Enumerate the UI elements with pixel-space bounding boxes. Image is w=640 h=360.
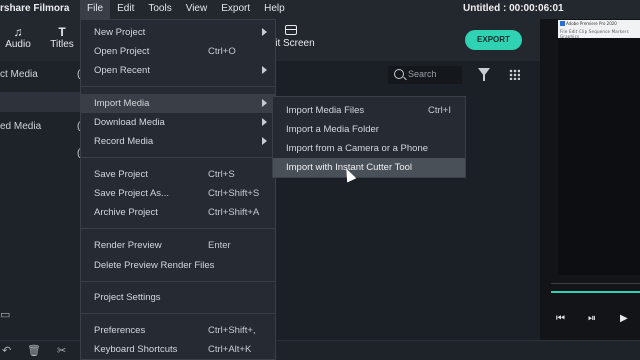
menu-item-label: Import Media <box>94 98 150 109</box>
menu-item-label: Import a Media Folder <box>286 124 379 135</box>
split-screen-icon <box>285 25 297 35</box>
preview-frame: Adobe Premiere Pro 2020 File Edit Clip S… <box>558 20 640 39</box>
submenu-arrow-icon <box>262 66 267 74</box>
text-t-icon: T <box>58 25 66 39</box>
preview-scrub-track[interactable] <box>551 283 640 284</box>
menu-item-open-project[interactable]: Open Project Ctrl+O <box>81 42 275 61</box>
split-screen-label: lit Screen <box>273 38 315 49</box>
project-title: Untitled : 00:00:06:01 <box>463 3 564 14</box>
audio-tab[interactable]: ♫ Audio <box>2 25 34 50</box>
delete-icon[interactable]: 🗑 <box>27 344 41 357</box>
menu-help[interactable]: Help <box>257 0 292 19</box>
menu-item-shortcut: Ctrl+Shift+S <box>208 188 260 199</box>
menu-item-new-project[interactable]: New Project <box>81 23 275 42</box>
preview-frame-title: Adobe Premiere Pro 2020 <box>566 21 617 26</box>
menu-item-shortcut: Ctrl+Shift+, <box>208 325 256 336</box>
shared-media-item[interactable]: ed Media <box>0 121 41 132</box>
folder-icon[interactable]: ▭ <box>0 308 10 321</box>
menu-item-label: Download Media <box>94 117 165 128</box>
menu-export[interactable]: Export <box>214 0 257 19</box>
submenu-arrow-icon <box>262 28 267 36</box>
play-pause-icon[interactable]: ⏯ <box>588 313 596 324</box>
menu-item-keyboard-shortcuts[interactable]: Keyboard Shortcuts Ctrl+Alt+K <box>81 340 275 359</box>
preview-canvas <box>558 38 640 275</box>
menu-item-label: Keyboard Shortcuts <box>94 344 178 355</box>
titles-tab[interactable]: T Titles <box>46 25 78 50</box>
menu-item-shortcut: Ctrl+I <box>428 105 451 116</box>
menu-item-import-instant-cutter[interactable]: Import with Instant Cutter Tool <box>273 158 465 177</box>
title-bar: rshare Filmora File Edit Tools View Expo… <box>0 0 640 19</box>
menu-item-label: Delete Preview Render Files <box>94 260 215 271</box>
grid-view-icon[interactable] <box>509 69 520 80</box>
submenu-arrow-icon <box>262 137 267 145</box>
menu-divider <box>81 86 275 87</box>
selected-folder-row[interactable] <box>0 92 80 112</box>
titles-tab-label: Titles <box>50 39 74 50</box>
import-media-submenu: Import Media Files Ctrl+I Import a Media… <box>272 96 466 178</box>
menu-item-import-media-files[interactable]: Import Media Files Ctrl+I <box>273 101 465 120</box>
menu-bar: File Edit Tools View Export Help <box>80 0 292 19</box>
submenu-arrow-icon <box>262 99 267 107</box>
menu-divider <box>81 281 275 282</box>
project-media-item[interactable]: ct Media <box>0 69 38 80</box>
audio-tab-label: Audio <box>5 39 31 50</box>
menu-view[interactable]: View <box>179 0 215 19</box>
search-placeholder: Search <box>408 69 437 79</box>
file-menu-dropdown: New Project Open Project Ctrl+O Open Rec… <box>80 19 276 360</box>
media-library-panel <box>0 61 80 340</box>
search-input[interactable]: Search <box>388 66 462 84</box>
menu-item-shortcut: Ctrl+Shift+A <box>208 207 260 218</box>
menu-item-label: Open Project <box>94 46 150 57</box>
menu-divider <box>81 313 275 314</box>
menu-item-label: Archive Project <box>94 207 158 218</box>
menu-item-import-media-folder[interactable]: Import a Media Folder <box>273 120 465 139</box>
menu-item-save-project-as[interactable]: Save Project As... Ctrl+Shift+S <box>81 184 275 203</box>
menu-item-download-media[interactable]: Download Media <box>81 113 275 132</box>
menu-file[interactable]: File <box>80 0 111 19</box>
menu-item-label: Import Media Files <box>286 105 365 116</box>
filter-icon[interactable] <box>478 68 490 81</box>
menu-item-label: Open Recent <box>94 65 150 76</box>
premiere-logo <box>560 21 565 26</box>
preview-progress-bar[interactable] <box>551 291 640 293</box>
menu-item-import-from-camera[interactable]: Import from a Camera or a Phone <box>273 139 465 158</box>
menu-item-label: Project Settings <box>94 292 161 303</box>
menu-divider <box>81 228 275 229</box>
step-back-icon[interactable]: ⏮ <box>556 313 565 324</box>
menu-item-shortcut: Ctrl+O <box>208 46 236 57</box>
menu-item-shortcut: Enter <box>208 240 231 251</box>
menu-item-project-settings[interactable]: Project Settings <box>81 288 275 307</box>
play-icon[interactable]: ▶ <box>620 313 628 324</box>
menu-tools[interactable]: Tools <box>141 0 178 19</box>
menu-item-label: Import from a Camera or a Phone <box>286 143 429 154</box>
undo-icon[interactable]: ↶ <box>2 344 11 357</box>
menu-item-open-recent[interactable]: Open Recent <box>81 61 275 80</box>
export-button[interactable]: EXPORT <box>465 30 522 50</box>
menu-item-shortcut: Ctrl+S <box>208 169 235 180</box>
menu-item-import-media[interactable]: Import Media <box>81 94 275 113</box>
menu-item-delete-preview-render[interactable]: Delete Preview Render Files <box>81 256 275 275</box>
preview-frame-menu: File Edit Clip Sequence Markers Graphics <box>560 29 629 39</box>
split-screen-tab[interactable]: lit Screen <box>273 25 315 49</box>
menu-item-label: Render Preview <box>94 240 162 251</box>
menu-item-shortcut: Ctrl+Alt+K <box>208 344 252 355</box>
scissors-icon[interactable]: ✂ <box>57 344 66 357</box>
menu-item-archive-project[interactable]: Archive Project Ctrl+Shift+A <box>81 203 275 222</box>
menu-item-label: Record Media <box>94 136 154 147</box>
menu-item-preferences[interactable]: Preferences Ctrl+Shift+, <box>81 321 275 340</box>
search-icon <box>394 69 404 79</box>
menu-divider <box>81 157 275 158</box>
menu-item-save-project[interactable]: Save Project Ctrl+S <box>81 165 275 184</box>
menu-item-render-preview[interactable]: Render Preview Enter <box>81 236 275 255</box>
menu-item-label: Preferences <box>94 325 146 336</box>
menu-edit[interactable]: Edit <box>110 0 141 19</box>
menu-item-label: New Project <box>94 27 146 38</box>
app-name: rshare Filmora <box>0 3 70 14</box>
menu-item-label: Save Project <box>94 169 148 180</box>
music-note-icon: ♫ <box>13 25 23 39</box>
menu-item-record-media[interactable]: Record Media <box>81 132 275 151</box>
menu-item-label: Save Project As... <box>94 188 169 199</box>
submenu-arrow-icon <box>262 118 267 126</box>
